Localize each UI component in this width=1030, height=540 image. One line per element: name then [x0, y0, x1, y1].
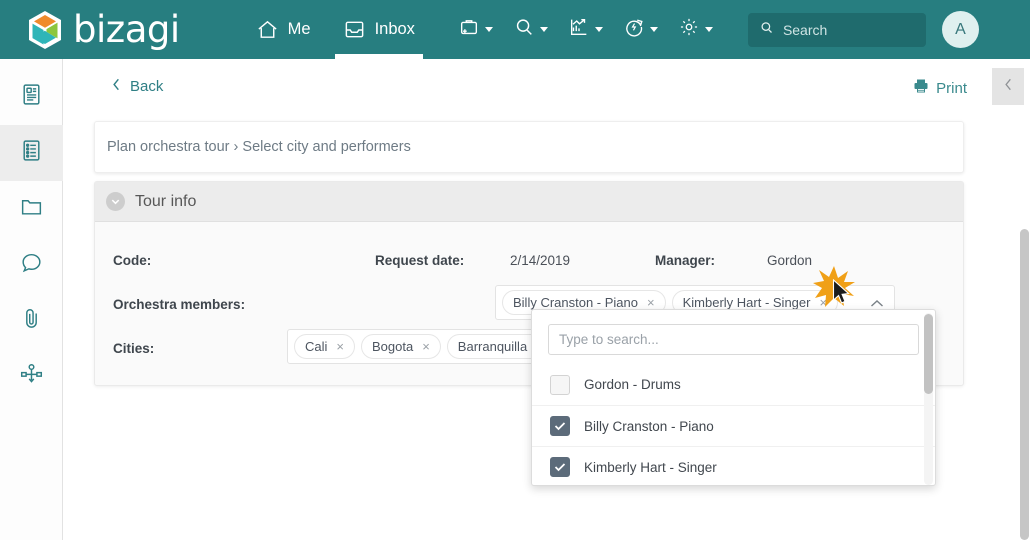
- case-toolbar: Back Print: [63, 59, 1030, 114]
- chip-city-cali[interactable]: Cali ×: [294, 334, 355, 359]
- dropdown-option-kimberly-hart-singer[interactable]: Kimberly Hart - Singer: [532, 446, 935, 487]
- chevron-down-icon: [704, 27, 713, 32]
- search-icon: [759, 20, 774, 40]
- orchestra-members-dropdown: Type to search... Gordon - Drums Billy C…: [531, 309, 936, 486]
- print-button[interactable]: Print: [913, 78, 967, 98]
- dropdown-scrollbar-thumb[interactable]: [924, 314, 933, 394]
- nav-item-me[interactable]: Me: [240, 0, 327, 59]
- form-list-icon: [19, 138, 44, 168]
- chevron-left-icon: [110, 77, 122, 96]
- brand-name: bizagi: [73, 8, 180, 51]
- folder-icon: [19, 194, 44, 224]
- row-code-request-manager: Code: Request date: 2/14/2019 Manager: G…: [95, 238, 963, 282]
- header-icon-group: [449, 0, 722, 59]
- settings-button[interactable]: [669, 0, 722, 59]
- back-button[interactable]: Back: [110, 77, 163, 96]
- chip-label: Kimberly Hart - Singer: [682, 295, 811, 310]
- chip-label: Billy Cranston - Piano: [513, 295, 638, 310]
- breadcrumb-card: Plan orchestra tour › Select city and pe…: [94, 121, 964, 173]
- top-navigation-bar: bizagi Me Inbox Search A: [0, 0, 1030, 59]
- label-code: Code:: [113, 252, 152, 268]
- inbox-icon: [343, 18, 366, 41]
- back-label: Back: [130, 78, 164, 95]
- comments-icon: [19, 250, 44, 280]
- case-content-area: Back Print Plan orchestra tour › Select …: [63, 59, 1030, 540]
- chip-label: Bogota: [372, 339, 414, 354]
- checkbox-unchecked-icon[interactable]: [550, 374, 570, 395]
- sidebar-item-form[interactable]: [0, 125, 63, 181]
- chevron-down-circle-icon: [106, 192, 125, 211]
- case-sidebar: [0, 59, 63, 540]
- section-title: Tour info: [135, 192, 197, 210]
- new-case-button[interactable]: [449, 0, 502, 59]
- checkbox-checked-icon[interactable]: [550, 416, 570, 436]
- dropdown-search-placeholder: Type to search...: [559, 332, 659, 347]
- value-request-date: 2/14/2019: [510, 252, 571, 268]
- sidebar-item-attachments[interactable]: [0, 293, 63, 349]
- sidebar-item-comments[interactable]: [0, 237, 63, 293]
- option-label: Gordon - Drums: [584, 377, 681, 392]
- option-label: Billy Cranston - Piano: [584, 418, 714, 434]
- label-request-date: Request date:: [375, 252, 465, 268]
- analytics-chart-icon: [568, 16, 590, 43]
- chip-label: Barranquilla: [457, 339, 528, 354]
- case-summary-icon: [19, 82, 44, 112]
- user-avatar[interactable]: A: [941, 11, 979, 48]
- chip-remove-icon[interactable]: ×: [336, 339, 344, 354]
- primary-nav: Me Inbox: [240, 0, 431, 59]
- process-diagram-icon: [19, 362, 44, 392]
- work-portal-app: bizagi Me Inbox Search A Back Print Plan…: [0, 0, 1030, 540]
- chip-city-bogota[interactable]: Bogota ×: [361, 334, 441, 359]
- label-orchestra-members: Orchestra members:: [113, 296, 246, 312]
- sidebar-item-case-summary[interactable]: [0, 69, 63, 125]
- dropdown-option-gordon-drums[interactable]: Gordon - Drums: [532, 364, 935, 405]
- label-manager: Manager:: [655, 252, 716, 268]
- refresh-circle-icon: [623, 16, 645, 43]
- dropdown-scrollbar[interactable]: [924, 313, 933, 485]
- option-label: Kimberly Hart - Singer: [584, 459, 717, 475]
- sidebar-item-documents[interactable]: [0, 181, 63, 237]
- page-scrollbar[interactable]: [1019, 229, 1030, 540]
- analytics-button[interactable]: [559, 0, 612, 59]
- chip-remove-icon[interactable]: ×: [422, 339, 430, 354]
- value-manager: Gordon: [767, 252, 813, 268]
- chip-remove-icon[interactable]: ×: [819, 295, 827, 310]
- chevron-left-icon: [1002, 77, 1014, 97]
- nav-label-inbox: Inbox: [374, 20, 415, 38]
- refresh-button[interactable]: [614, 0, 667, 59]
- gear-icon: [678, 16, 700, 43]
- chevron-down-icon: [594, 27, 603, 32]
- chevron-down-icon: [649, 27, 658, 32]
- collapse-panel-button[interactable]: [992, 68, 1024, 105]
- global-search-placeholder: Search: [782, 21, 828, 38]
- page-scrollbar-thumb[interactable]: [1020, 229, 1029, 540]
- search-menu-button[interactable]: [504, 0, 557, 59]
- global-search-input[interactable]: Search: [747, 12, 926, 47]
- nav-item-inbox[interactable]: Inbox: [327, 0, 431, 59]
- tour-info-section-header[interactable]: Tour info: [95, 182, 963, 222]
- print-label: Print: [936, 79, 967, 97]
- printer-icon: [913, 78, 929, 98]
- avatar-initial: A: [955, 20, 966, 38]
- breadcrumb: Plan orchestra tour › Select city and pe…: [107, 139, 411, 155]
- attachment-clip-icon: [19, 306, 44, 336]
- chip-label: Cali: [305, 339, 328, 354]
- brand-logo[interactable]: bizagi: [26, 9, 180, 51]
- chevron-down-icon: [484, 27, 493, 32]
- new-case-icon: [458, 16, 480, 43]
- dropdown-option-list: Gordon - Drums Billy Cranston - Piano Ki…: [532, 364, 935, 487]
- nav-label-me: Me: [287, 20, 311, 38]
- dropdown-search-input[interactable]: Type to search...: [548, 324, 919, 355]
- search-icon: [513, 16, 535, 43]
- dropdown-option-billy-cranston-piano[interactable]: Billy Cranston - Piano: [532, 405, 935, 446]
- checkbox-checked-icon[interactable]: [550, 457, 570, 477]
- chip-remove-icon[interactable]: ×: [647, 295, 655, 310]
- sidebar-item-process-diagram[interactable]: [0, 349, 63, 405]
- chevron-down-icon: [539, 27, 548, 32]
- bizagi-hexagon-logo-icon: [26, 9, 64, 51]
- home-icon: [256, 18, 279, 41]
